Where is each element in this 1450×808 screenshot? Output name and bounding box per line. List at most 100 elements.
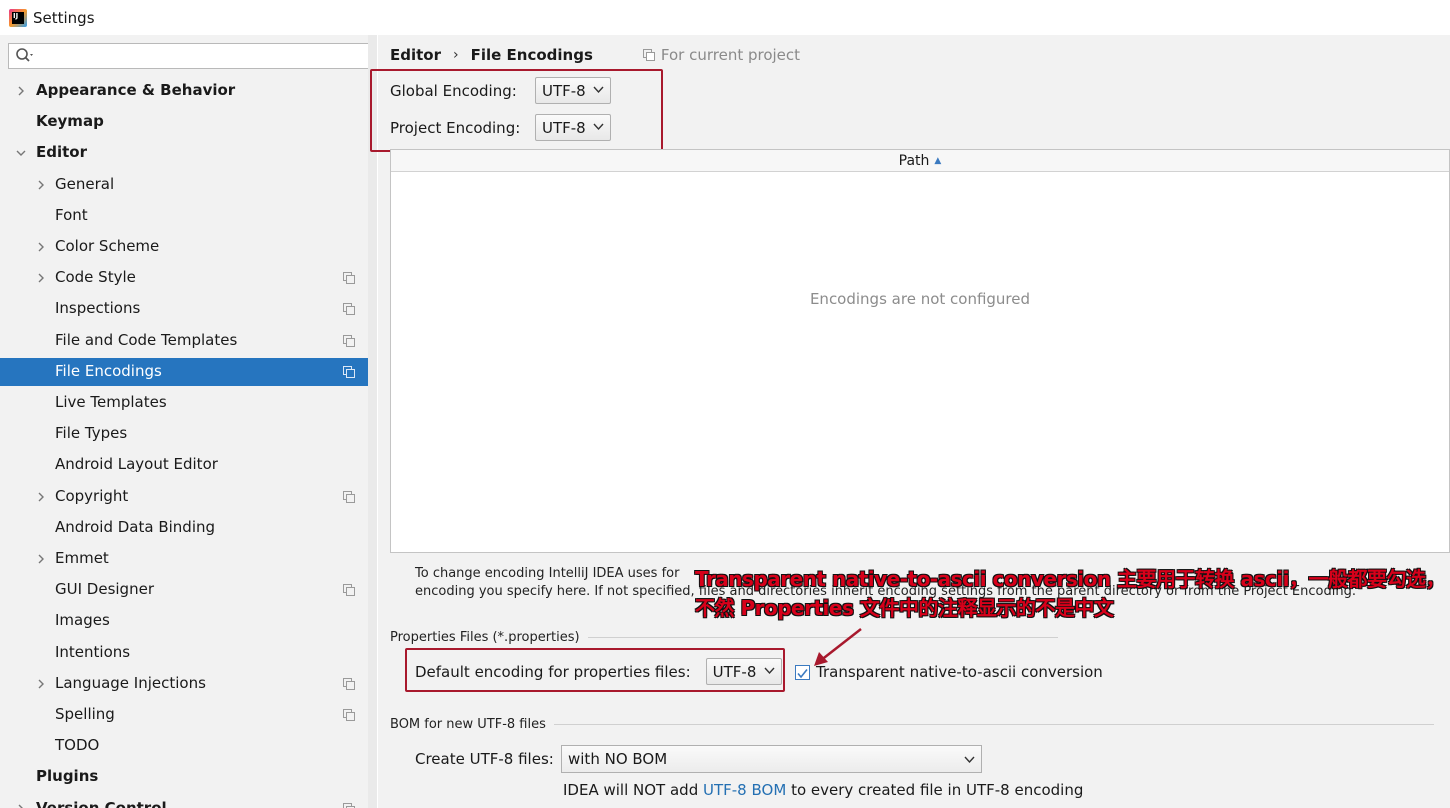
sidebar-item-images[interactable]: Images (0, 607, 376, 635)
sidebar-item-code-style[interactable]: Code Style (0, 264, 376, 292)
search-input[interactable] (37, 45, 368, 67)
sort-ascending-icon: ▲ (934, 155, 942, 166)
sidebar-item-file-types[interactable]: File Types (0, 420, 376, 448)
sidebar-item-label: File and Code Templates (55, 331, 238, 349)
chevron-right-icon[interactable] (36, 273, 46, 283)
sidebar-item-color-scheme[interactable]: Color Scheme (0, 233, 376, 261)
path-column-label: Path (898, 152, 930, 169)
sidebar-item-version-control[interactable]: Version Control (0, 795, 376, 808)
chevron-down-icon[interactable] (16, 148, 26, 158)
sidebar-item-inspections[interactable]: Inspections (0, 295, 376, 323)
bom-group-title: BOM for new UTF-8 files (390, 717, 1434, 732)
search-icon[interactable] (13, 44, 37, 68)
sidebar-item-label: Font (55, 206, 88, 224)
sidebar-item-gui-designer[interactable]: GUI Designer (0, 576, 376, 604)
sidebar-item-label: Intentions (55, 643, 131, 661)
table-empty-text: Encodings are not configured (809, 290, 1031, 308)
file-encodings-panel: Editor › File Encodings For current proj… (370, 35, 1450, 808)
sidebar-item-label: Emmet (55, 549, 109, 567)
sidebar-item-file-and-code-templates[interactable]: File and Code Templates (0, 327, 376, 355)
sidebar-item-label: Android Layout Editor (55, 455, 218, 473)
create-utf8-row: Create UTF-8 files: (415, 750, 554, 768)
breadcrumb-current: File Encodings (470, 46, 593, 64)
sidebar-item-label: GUI Designer (55, 580, 154, 598)
project-scope-icon (343, 584, 355, 596)
sidebar-item-plugins[interactable]: Plugins (0, 763, 376, 791)
breadcrumb: Editor › File Encodings For current proj… (390, 46, 800, 64)
sidebar-item-label: Inspections (55, 299, 141, 317)
project-scope-icon (343, 335, 355, 347)
sidebar-item-label: File Types (55, 424, 128, 442)
intellij-logo-icon: IJ (9, 8, 27, 27)
sidebar-item-label: Version Control (36, 799, 167, 808)
sidebar-item-appearance-behavior[interactable]: Appearance & Behavior (0, 77, 376, 105)
sidebar-item-label: Appearance & Behavior (36, 81, 236, 99)
settings-search[interactable] (8, 43, 369, 69)
scope-indicator: For current project (642, 46, 801, 64)
sidebar-item-editor[interactable]: Editor (0, 139, 376, 167)
bom-select[interactable]: with NO BOM (561, 745, 982, 773)
annotation-line-2: 不然 Properties 文件中的注释显示的不是中文 (695, 596, 1114, 620)
sidebar-item-spelling[interactable]: Spelling (0, 701, 376, 729)
chevron-down-icon (964, 756, 975, 764)
create-utf8-label: Create UTF-8 files: (415, 750, 554, 768)
table-header-path[interactable]: Path ▲ (391, 150, 1449, 172)
sidebar-item-label: Color Scheme (55, 237, 160, 255)
sidebar-item-label: File Encodings (55, 362, 162, 380)
project-scope-icon (343, 491, 355, 503)
chevron-right-icon[interactable] (36, 492, 46, 502)
scope-label: For current project (660, 46, 801, 64)
sidebar-item-todo[interactable]: TODO (0, 732, 376, 760)
sidebar-item-label: Images (55, 611, 110, 629)
sidebar-item-android-layout-editor[interactable]: Android Layout Editor (0, 451, 376, 479)
sidebar-item-label: Plugins (36, 767, 99, 785)
sidebar-item-font[interactable]: Font (0, 202, 376, 230)
sidebar-item-label: Language Injections (55, 674, 206, 692)
sidebar-item-intentions[interactable]: Intentions (0, 639, 376, 667)
bom-info-suffix: to every created file in UTF-8 encoding (791, 781, 1084, 799)
sidebar-item-label: Android Data Binding (55, 518, 216, 536)
chevron-right-icon[interactable] (36, 679, 46, 689)
breadcrumb-separator: › (453, 47, 459, 63)
settings-sidebar: Appearance & Behavior Keymap Editor General… (0, 35, 377, 808)
chevron-right-icon[interactable] (36, 180, 46, 190)
sidebar-item-android-data-binding[interactable]: Android Data Binding (0, 514, 376, 542)
properties-group-title: Properties Files (*.properties) (390, 630, 1058, 645)
chevron-right-icon[interactable] (36, 554, 46, 564)
sidebar-item-label: General (55, 175, 115, 193)
chevron-right-icon[interactable] (16, 804, 26, 808)
project-scope-icon (343, 803, 355, 808)
bom-info-prefix: IDEA will NOT add (563, 781, 699, 799)
sidebar-item-label: Keymap (36, 112, 104, 130)
sidebar-item-label: Copyright (55, 487, 129, 505)
sidebar-item-label: TODO (55, 736, 100, 754)
path-encodings-table[interactable]: Path ▲ Encodings are not configured (390, 149, 1450, 553)
utf8-bom-link[interactable]: UTF-8 BOM (703, 781, 786, 799)
encoding-highlight-box (370, 69, 663, 152)
native-to-ascii-row[interactable]: Transparent native-to-ascii conversion (795, 663, 1103, 681)
native-to-ascii-checkbox[interactable] (795, 664, 810, 680)
sidebar-item-label: Editor (36, 143, 87, 161)
window-title: Settings (33, 8, 95, 27)
chevron-right-icon[interactable] (36, 242, 46, 252)
sidebar-item-label: Spelling (55, 705, 115, 723)
project-scope-icon (343, 678, 355, 690)
sidebar-item-emmet[interactable]: Emmet (0, 545, 376, 573)
sidebar-item-general[interactable]: General (0, 171, 376, 199)
bom-select-value: with NO BOM (568, 750, 668, 768)
properties-highlight-box (405, 648, 785, 692)
sidebar-item-label: Live Templates (55, 393, 167, 411)
sidebar-item-file-encodings[interactable]: File Encodings (0, 358, 376, 386)
project-scope-icon (343, 272, 355, 284)
breadcrumb-parent[interactable]: Editor (390, 46, 441, 64)
native-to-ascii-label: Transparent native-to-ascii conversion (816, 663, 1103, 681)
sidebar-item-language-injections[interactable]: Language Injections (0, 670, 376, 698)
chevron-right-icon[interactable] (16, 86, 26, 96)
project-scope-icon (642, 49, 655, 61)
sidebar-item-label: Code Style (55, 268, 136, 286)
bom-info-row: IDEA will NOT add UTF-8 BOM to every cre… (563, 781, 1083, 799)
title-bar: IJ Settings (0, 0, 1450, 35)
sidebar-item-keymap[interactable]: Keymap (0, 108, 376, 136)
sidebar-item-copyright[interactable]: Copyright (0, 483, 376, 511)
sidebar-item-live-templates[interactable]: Live Templates (0, 389, 376, 417)
